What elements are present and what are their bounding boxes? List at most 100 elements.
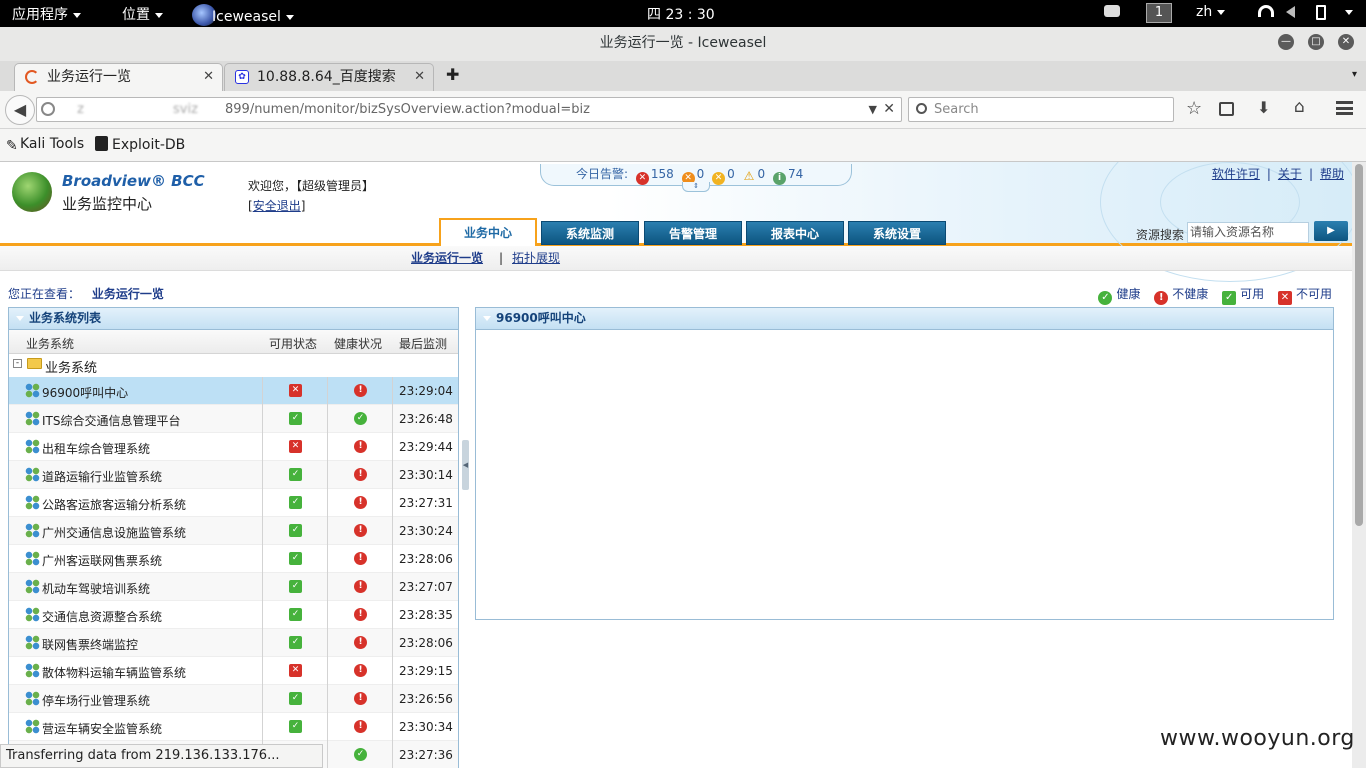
panel-header[interactable]: 96900呼叫中心 bbox=[476, 308, 1333, 330]
business-system-icon bbox=[25, 523, 40, 538]
table-row[interactable]: 道路运输行业监管系统 ✓! 23:30:14 bbox=[9, 461, 458, 489]
alarm-expand-toggle[interactable]: ⇕ bbox=[682, 182, 710, 192]
collapse-icon[interactable] bbox=[16, 316, 24, 321]
close-tab-icon[interactable]: ✕ bbox=[414, 64, 425, 90]
column-header[interactable]: 最后监测 bbox=[399, 335, 447, 352]
bookmark-star-icon[interactable]: ☆ bbox=[1186, 98, 1202, 119]
help-link[interactable]: 帮助 bbox=[1320, 167, 1344, 181]
column-header[interactable]: 可用状态 bbox=[269, 335, 317, 352]
menu-hamburger-icon[interactable] bbox=[1336, 101, 1353, 115]
about-link[interactable]: 关于 bbox=[1278, 167, 1302, 181]
logout-link[interactable]: 安全退出 bbox=[253, 199, 301, 213]
system-name-cell[interactable]: 出租车综合管理系统 bbox=[9, 433, 263, 461]
system-menu[interactable] bbox=[1340, 4, 1353, 20]
minimize-button[interactable]: — bbox=[1278, 34, 1294, 50]
tree-group-row[interactable]: - 业务系统 bbox=[9, 354, 458, 377]
home-icon[interactable]: ⌂ bbox=[1294, 97, 1305, 117]
license-link[interactable]: 软件许可 bbox=[1212, 167, 1260, 181]
table-row[interactable]: 停车场行业管理系统 ✓! 23:26:56 bbox=[9, 685, 458, 713]
warning-alarm-count[interactable]: 0 bbox=[758, 167, 766, 181]
subnav-biz-overview[interactable]: 业务运行一览 bbox=[411, 246, 483, 270]
info-alarm-icon[interactable]: i bbox=[773, 172, 787, 185]
subnav-topology[interactable]: 拓扑展现 bbox=[512, 246, 560, 270]
system-name-cell[interactable]: 营运车辆安全监管系统 bbox=[9, 713, 263, 741]
system-name-cell[interactable]: 广州交通信息设施监管系统 bbox=[9, 517, 263, 545]
active-app-menu[interactable]: Iceweasel bbox=[192, 4, 294, 26]
system-name-cell[interactable]: 道路运输行业监管系统 bbox=[9, 461, 263, 489]
panel-header[interactable]: 业务系统列表 bbox=[9, 308, 458, 330]
clear-url-icon[interactable]: ✕ bbox=[883, 98, 895, 121]
folder-icon bbox=[27, 358, 42, 369]
system-name-cell[interactable]: 停车场行业管理系统 bbox=[9, 685, 263, 713]
table-row[interactable]: 营运车辆安全监管系统 ✓! 23:30:34 bbox=[9, 713, 458, 741]
bookmark-kali-tools[interactable]: ✎ Kali Tools bbox=[6, 136, 84, 154]
close-tab-icon[interactable]: ✕ bbox=[203, 64, 214, 90]
clock[interactable]: 四 23 : 30 bbox=[647, 4, 715, 24]
collapse-icon[interactable] bbox=[483, 316, 491, 321]
table-row[interactable]: 交通信息资源整合系统 ✓! 23:28:35 bbox=[9, 601, 458, 629]
tab-alarm-management[interactable]: 告警管理 bbox=[644, 221, 742, 245]
major-alarm-count[interactable]: 0 bbox=[697, 167, 705, 181]
maximize-button[interactable]: □ bbox=[1308, 34, 1324, 50]
panel-splitter[interactable]: ◀ bbox=[462, 440, 469, 490]
downloads-icon[interactable]: ⬇ bbox=[1257, 98, 1270, 117]
table-row[interactable]: 96900呼叫中心 ✕! 23:29:04 bbox=[9, 377, 458, 405]
battery-icon[interactable] bbox=[1316, 5, 1326, 24]
tab-system-settings[interactable]: 系统设置 bbox=[848, 221, 946, 245]
resource-search-button[interactable]: ▶ bbox=[1314, 221, 1348, 241]
bookmark-exploit-db[interactable]: Exploit-DB bbox=[95, 136, 185, 153]
tab-report-center[interactable]: 报表中心 bbox=[746, 221, 844, 245]
table-row[interactable]: 联网售票终端监控 ✓! 23:28:06 bbox=[9, 629, 458, 657]
table-row[interactable]: 公路客运旅客运输分析系统 ✓! 23:27:31 bbox=[9, 489, 458, 517]
page-scrollbar[interactable] bbox=[1352, 162, 1366, 768]
table-row[interactable]: 机动车驾驶培训系统 ✓! 23:27:07 bbox=[9, 573, 458, 601]
search-input[interactable]: Search bbox=[908, 97, 1174, 122]
back-button[interactable]: ◀ bbox=[5, 95, 35, 125]
system-name-cell[interactable]: 交通信息资源整合系统 bbox=[9, 601, 263, 629]
minor-alarm-icon[interactable]: ✕ bbox=[712, 172, 726, 185]
volume-icon[interactable] bbox=[1286, 6, 1295, 22]
close-window-button[interactable]: ✕ bbox=[1338, 34, 1354, 50]
critical-alarm-icon[interactable]: ✕ bbox=[635, 172, 649, 185]
system-name-cell[interactable]: 公路客运旅客运输分析系统 bbox=[9, 489, 263, 517]
scrollbar-thumb[interactable] bbox=[1355, 164, 1363, 526]
info-alarm-count[interactable]: 74 bbox=[788, 167, 803, 181]
new-tab-button[interactable]: ✚ bbox=[446, 65, 459, 84]
applications-menu[interactable]: 应用程序 bbox=[12, 4, 81, 24]
url-dropdown-icon[interactable]: ▼ bbox=[869, 98, 877, 121]
table-row[interactable]: 广州交通信息设施监管系统 ✓! 23:30:24 bbox=[9, 517, 458, 545]
tab-biz-overview[interactable]: 业务运行一览 ✕ bbox=[14, 63, 223, 91]
column-header[interactable]: 业务系统 bbox=[26, 335, 74, 352]
system-name-cell[interactable]: 96900呼叫中心 bbox=[9, 377, 263, 405]
wifi-icon[interactable] bbox=[1258, 5, 1274, 21]
workspace-indicator[interactable]: 1 bbox=[1146, 3, 1172, 23]
legend-unavailable: 不可用 bbox=[1295, 287, 1332, 301]
tab-system-monitor[interactable]: 系统监测 bbox=[541, 221, 639, 245]
resource-search-input[interactable]: 请输入资源名称 bbox=[1187, 222, 1309, 243]
reading-list-icon[interactable] bbox=[1219, 102, 1234, 116]
warning-alarm-icon[interactable]: ⚠ bbox=[743, 170, 756, 183]
system-name-cell[interactable]: ITS综合交通信息管理平台 bbox=[9, 405, 263, 433]
table-row[interactable]: 散体物料运输车辆监管系统 ✕! 23:29:15 bbox=[9, 657, 458, 685]
site-identity-icon[interactable] bbox=[41, 102, 55, 116]
tab-baidu-search[interactable]: ✿ 10.88.8.64_百度搜索 ✕ bbox=[224, 63, 434, 91]
critical-alarm-count[interactable]: 158 bbox=[651, 167, 674, 181]
url-bar[interactable]: z sviz 899/numen/monitor/bizSysOverview.… bbox=[36, 97, 902, 122]
table-row[interactable]: ITS综合交通信息管理平台 ✓ ✓ 23:26:48 bbox=[9, 405, 458, 433]
system-name-cell[interactable]: 广州客运联网售票系统 bbox=[9, 545, 263, 573]
tab-list-chevron-icon[interactable]: ▾ bbox=[1352, 69, 1357, 80]
system-name-cell[interactable]: 机动车驾驶培训系统 bbox=[9, 573, 263, 601]
camera-icon[interactable] bbox=[1104, 5, 1120, 21]
minor-alarm-count[interactable]: 0 bbox=[727, 167, 735, 181]
places-menu[interactable]: 位置 bbox=[122, 4, 163, 24]
table-row[interactable]: 出租车综合管理系统 ✕! 23:29:44 bbox=[9, 433, 458, 461]
tab-business-center[interactable]: 业务中心 bbox=[439, 218, 537, 246]
language-menu[interactable]: zh bbox=[1196, 4, 1226, 20]
system-name-cell[interactable]: 散体物料运输车辆监管系统 bbox=[9, 657, 263, 685]
system-name-cell[interactable]: 联网售票终端监控 bbox=[9, 629, 263, 657]
unhealthy-icon: ! bbox=[354, 496, 367, 509]
table-row[interactable]: 广州客运联网售票系统 ✓! 23:28:06 bbox=[9, 545, 458, 573]
tree-collapse-icon[interactable]: - bbox=[13, 359, 22, 368]
column-header[interactable]: 健康状况 bbox=[334, 335, 382, 352]
baidu-paw-icon: ✿ bbox=[235, 70, 249, 84]
